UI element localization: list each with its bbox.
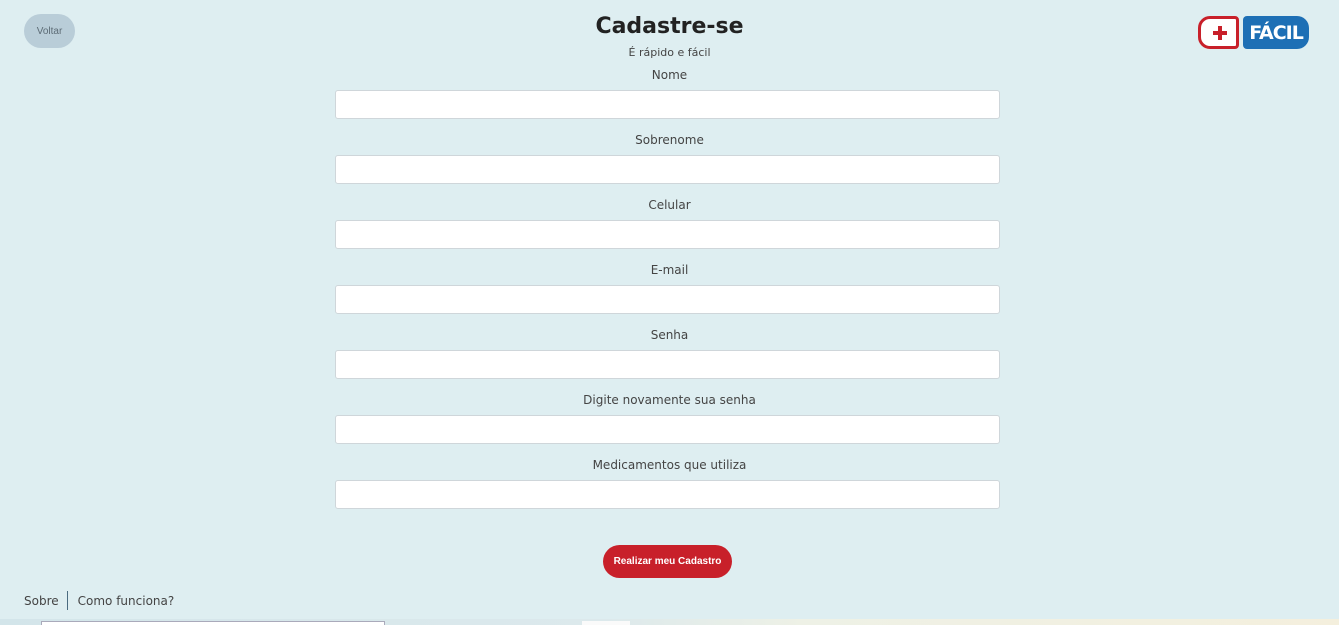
logo-text: FÁCIL bbox=[1243, 16, 1309, 49]
phone-label: Celular bbox=[648, 198, 691, 212]
plus-cross-icon bbox=[1198, 16, 1239, 49]
password-field[interactable] bbox=[335, 350, 1000, 379]
brand-logo: FÁCIL bbox=[1198, 14, 1311, 51]
page-subtitle: É rápido e fácil bbox=[628, 46, 711, 59]
footer-link-how-it-works[interactable]: Como funciona? bbox=[78, 594, 175, 608]
phone-field[interactable] bbox=[335, 220, 1000, 249]
email-field[interactable] bbox=[335, 285, 1000, 314]
page-title: Cadastre-se bbox=[595, 14, 744, 39]
submit-signup-button[interactable]: Realizar meu Cadastro bbox=[603, 545, 732, 578]
first-name-label: Nome bbox=[651, 68, 688, 82]
bottom-panel-edge bbox=[41, 621, 385, 625]
first-name-field[interactable] bbox=[335, 90, 1000, 119]
footer-links: Sobre Como funciona? bbox=[24, 591, 174, 610]
medications-field[interactable] bbox=[335, 480, 1000, 509]
confirm-password-label: Digite novamente sua senha bbox=[583, 393, 756, 407]
email-label: E-mail bbox=[650, 263, 689, 277]
signup-page: Voltar Cadastre-se É rápido e fácil FÁCI… bbox=[0, 0, 1339, 625]
medications-label: Medicamentos que utiliza bbox=[592, 458, 747, 472]
footer-divider bbox=[66, 591, 68, 610]
footer-link-about[interactable]: Sobre bbox=[24, 594, 59, 608]
password-label: Senha bbox=[650, 328, 689, 342]
confirm-password-field[interactable] bbox=[335, 415, 1000, 444]
bottom-tab-edge bbox=[582, 621, 630, 625]
last-name-field[interactable] bbox=[335, 155, 1000, 184]
last-name-label: Sobrenome bbox=[635, 133, 704, 147]
